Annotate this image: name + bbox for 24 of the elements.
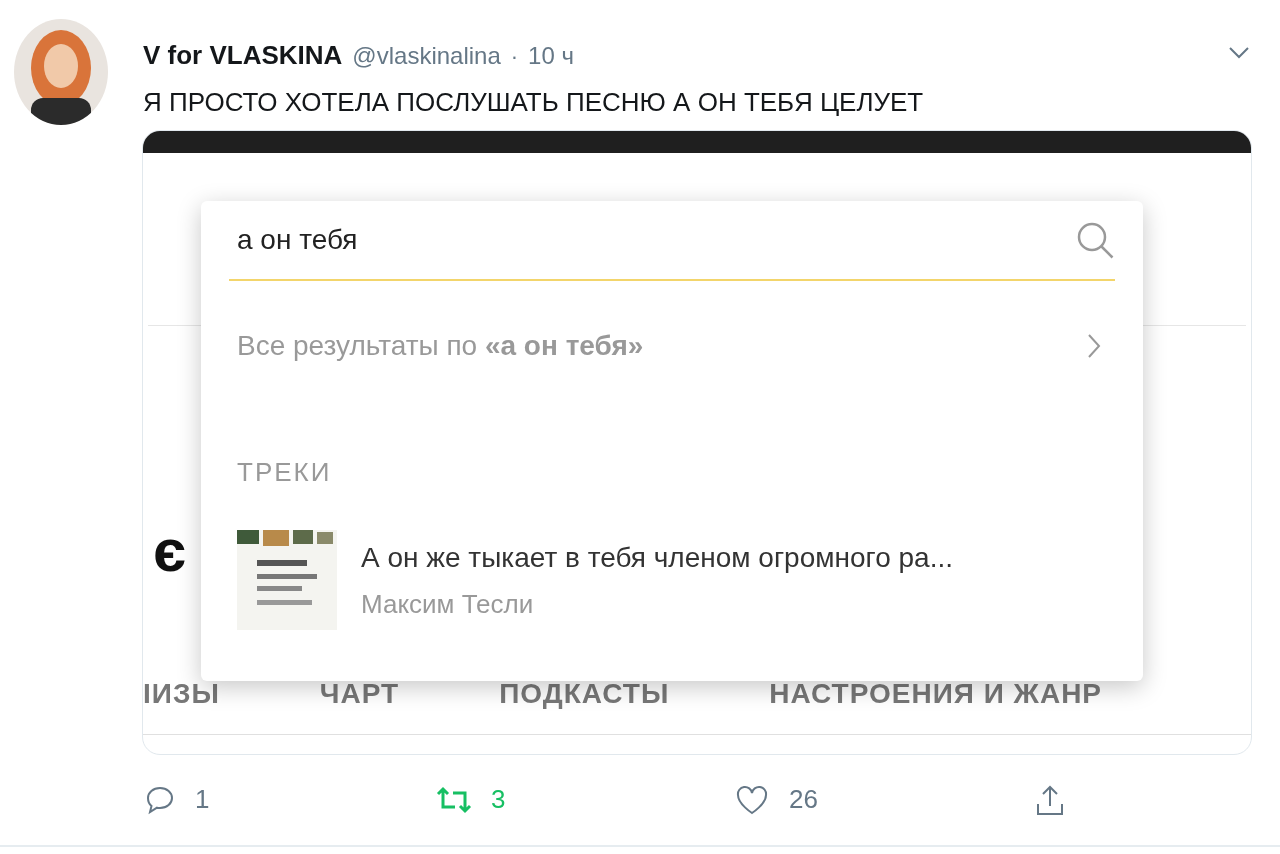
like-button[interactable]: 26: [735, 780, 1035, 819]
track-item[interactable]: А он же тыкает в тебя членом огромного ра... Максим Тесли: [237, 530, 1115, 630]
user-handle[interactable]: @vlaskinalina: [352, 38, 501, 74]
tweet-text: Я ПРОСТО ХОТЕЛА ПОСЛУШАТЬ ПЕСНЮ А ОН ТЕБЯ ЦЕЛУЕТ: [143, 86, 925, 119]
search-field[interactable]: а он тебя: [229, 201, 1115, 281]
logo-letter: є: [153, 521, 187, 581]
nav-tab[interactable]: ІИЗЫ: [143, 673, 220, 715]
chevron-right-icon: [1087, 333, 1101, 359]
track-title: А он же тыкает в тебя членом огромного ра...: [361, 540, 953, 575]
heart-icon: [735, 784, 769, 815]
separator: ·: [510, 43, 519, 71]
track-artist: Максим Тесли: [361, 587, 535, 621]
section-heading: ТРЕКИ: [237, 456, 333, 489]
search-icon[interactable]: [1075, 220, 1115, 260]
retweet-button[interactable]: 3: [435, 780, 735, 819]
share-icon[interactable]: [1035, 783, 1065, 816]
chevron-down-icon[interactable]: [1228, 46, 1250, 60]
reply-button[interactable]: 1: [145, 780, 435, 819]
all-results-link[interactable]: Все результаты по «а он тебя»: [237, 325, 1115, 367]
embedded-screenshot[interactable]: є ІИЗЫ ЧАРТ ПОДКАСТЫ НАСТРОЕНИЯ И ЖАНР а он тебя Все результаты по «а он тебя» ТРЕКИ А он же тыкает в тебя членом огромного ра... Максим Тесли: [142, 130, 1252, 755]
tweet-time[interactable]: 10 ч: [528, 38, 574, 74]
author-name[interactable]: V for VLASKINA: [143, 36, 343, 75]
retweet-icon: [435, 785, 473, 814]
reply-icon: [145, 784, 175, 815]
